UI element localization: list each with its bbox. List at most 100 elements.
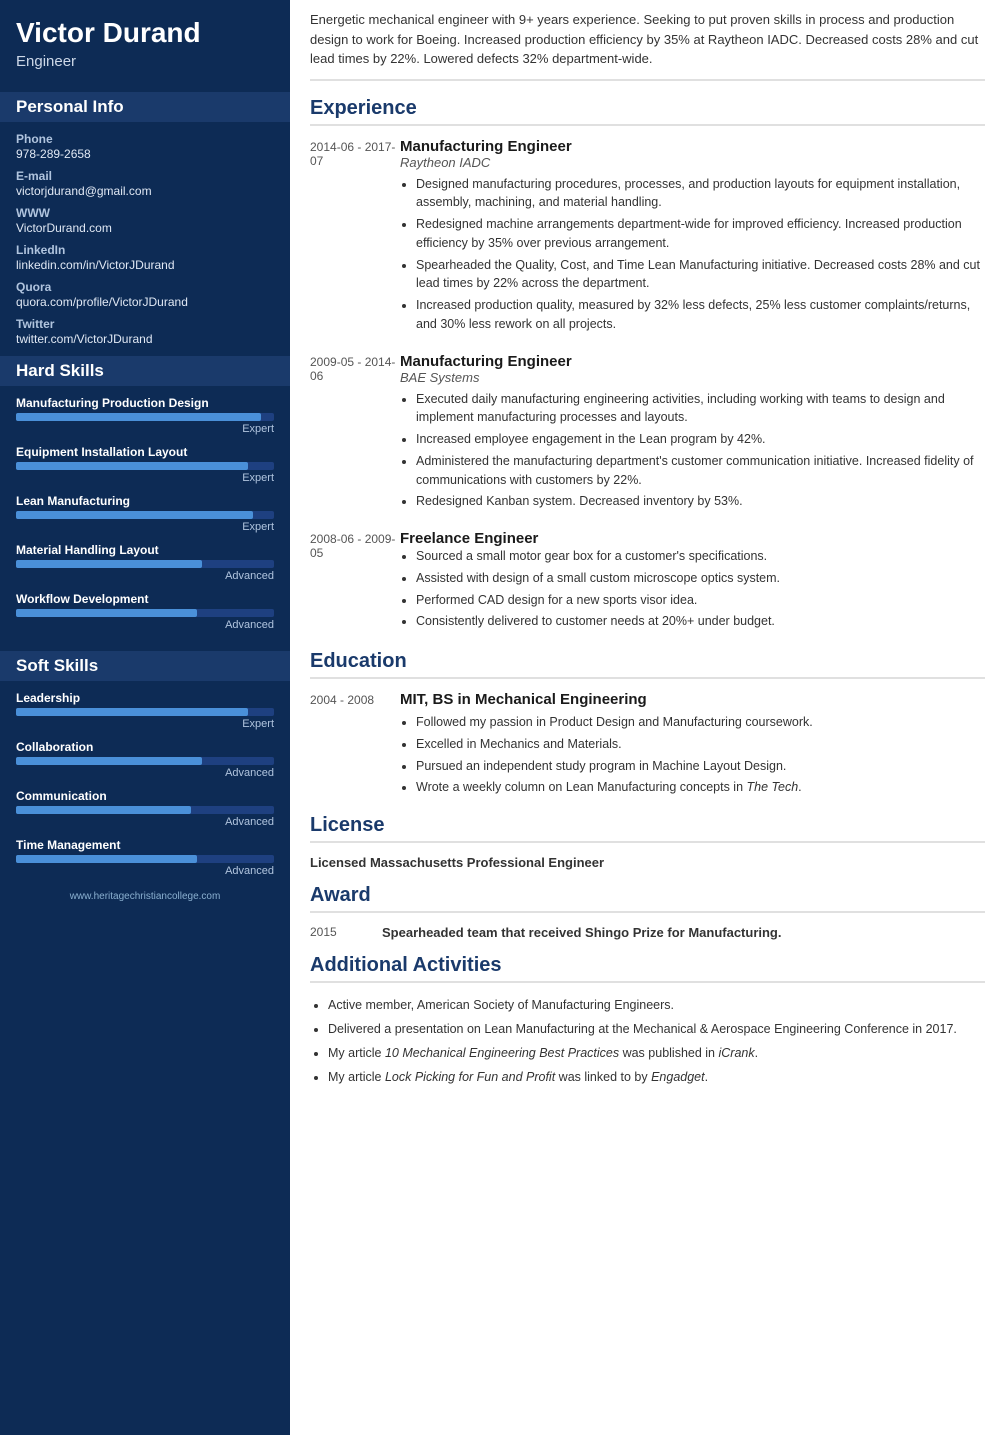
candidate-title: Engineer <box>16 53 274 70</box>
info-label: WWW <box>16 206 274 220</box>
bullet: Excelled in Mechanics and Materials. <box>416 735 985 754</box>
hard-skills-bars: Manufacturing Production Design Expert E… <box>16 396 274 631</box>
skill-item: Time Management Advanced <box>16 838 274 877</box>
info-value: linkedin.com/in/VictorJDurand <box>16 258 274 272</box>
skill-bar-fill <box>16 757 202 765</box>
skill-name: Lean Manufacturing <box>16 494 274 508</box>
award-text: Spearheaded team that received Shingo Pr… <box>382 925 781 940</box>
personal-info-title: Personal Info <box>0 92 290 122</box>
bullet: Designed manufacturing procedures, proce… <box>416 175 985 213</box>
skill-bar-bg <box>16 511 274 519</box>
skill-name: Time Management <box>16 838 274 852</box>
sidebar-header: Victor Durand Engineer <box>0 0 290 82</box>
skill-name: Manufacturing Production Design <box>16 396 274 410</box>
exp-dates: 2014-06 - 2017-07 <box>310 138 400 337</box>
skill-bar-fill <box>16 806 191 814</box>
info-value: VictorDurand.com <box>16 221 274 235</box>
info-label: Quora <box>16 280 274 294</box>
skill-level: Expert <box>16 472 274 484</box>
skill-bar-bg <box>16 413 274 421</box>
activities-list: Active member, American Society of Manuf… <box>310 995 985 1087</box>
award-blocks: 2015 Spearheaded team that received Shin… <box>310 925 985 940</box>
bullet: Followed my passion in Product Design an… <box>416 713 985 732</box>
skill-bar-fill <box>16 560 202 568</box>
edu-bullets: Followed my passion in Product Design an… <box>400 713 985 797</box>
experience-item: 2014-06 - 2017-07 Manufacturing Engineer… <box>310 138 985 337</box>
soft-skills-title: Soft Skills <box>0 651 290 681</box>
skill-name: Collaboration <box>16 740 274 754</box>
activities-title: Additional Activities <box>310 954 985 983</box>
bullet: Redesigned Kanban system. Decreased inve… <box>416 492 985 511</box>
skill-bar-fill <box>16 855 197 863</box>
soft-skills-section: Soft Skills Leadership Expert Collaborat… <box>0 641 290 877</box>
skill-bar-fill <box>16 462 248 470</box>
skill-bar-fill <box>16 609 197 617</box>
info-value: quora.com/profile/VictorJDurand <box>16 295 274 309</box>
personal-info-item: Phone978-289-2658 <box>16 132 274 161</box>
skill-level: Advanced <box>16 767 274 779</box>
bullet: Administered the manufacturing departmen… <box>416 452 985 490</box>
edu-dates: 2004 - 2008 <box>310 691 400 800</box>
education-blocks: 2004 - 2008 MIT, BS in Mechanical Engine… <box>310 691 985 800</box>
info-label: Phone <box>16 132 274 146</box>
activity-item: Active member, American Society of Manuf… <box>328 995 985 1015</box>
skill-bar-bg <box>16 609 274 617</box>
skill-item: Equipment Installation Layout Expert <box>16 445 274 484</box>
edu-degree: MIT, BS in Mechanical Engineering <box>400 691 985 708</box>
info-value: 978-289-2658 <box>16 147 274 161</box>
sidebar: Victor Durand Engineer Personal Info Pho… <box>0 0 290 1435</box>
exp-company: BAE Systems <box>400 370 985 385</box>
personal-info-fields: Phone978-289-2658 E-mailvictorjdurand@gma… <box>16 132 274 346</box>
skill-bar-fill <box>16 413 261 421</box>
bullet: Increased employee engagement in the Lea… <box>416 430 985 449</box>
skill-level: Expert <box>16 423 274 435</box>
activity-item: My article Lock Picking for Fun and Prof… <box>328 1067 985 1087</box>
exp-job-title: Manufacturing Engineer <box>400 138 985 155</box>
activity-item: My article 10 Mechanical Engineering Bes… <box>328 1043 985 1063</box>
skill-level: Expert <box>16 718 274 730</box>
personal-info-item: E-mailvictorjdurand@gmail.com <box>16 169 274 198</box>
info-value: twitter.com/VictorJDurand <box>16 332 274 346</box>
skill-level: Advanced <box>16 865 274 877</box>
bullet: Wrote a weekly column on Lean Manufactur… <box>416 778 985 797</box>
personal-info-section: Personal Info Phone978-289-2658 E-mailvic… <box>0 82 290 346</box>
skill-bar-bg <box>16 560 274 568</box>
skill-bar-bg <box>16 708 274 716</box>
experience-item: 2008-06 - 2009-05 Freelance Engineer Sou… <box>310 530 985 634</box>
skill-item: Communication Advanced <box>16 789 274 828</box>
info-value: victorjdurand@gmail.com <box>16 184 274 198</box>
bullet: Redesigned machine arrangements departme… <box>416 215 985 253</box>
skill-level: Advanced <box>16 816 274 828</box>
skill-bar-fill <box>16 511 253 519</box>
skill-item: Manufacturing Production Design Expert <box>16 396 274 435</box>
license-text: Licensed Massachusetts Professional Engi… <box>310 855 985 870</box>
exp-bullets: Sourced a small motor gear box for a cus… <box>400 547 985 631</box>
hard-skills-section: Hard Skills Manufacturing Production Des… <box>0 346 290 631</box>
skill-name: Leadership <box>16 691 274 705</box>
info-label: E-mail <box>16 169 274 183</box>
edu-content: MIT, BS in Mechanical Engineering Follow… <box>400 691 985 800</box>
education-title: Education <box>310 650 985 679</box>
exp-dates: 2009-05 - 2014-06 <box>310 353 400 515</box>
bullet: Sourced a small motor gear box for a cus… <box>416 547 985 566</box>
skill-item: Leadership Expert <box>16 691 274 730</box>
award-year: 2015 <box>310 925 370 940</box>
exp-dates: 2008-06 - 2009-05 <box>310 530 400 634</box>
exp-job-title: Freelance Engineer <box>400 530 985 547</box>
exp-job-title: Manufacturing Engineer <box>400 353 985 370</box>
skill-name: Equipment Installation Layout <box>16 445 274 459</box>
summary-text: Energetic mechanical engineer with 9+ ye… <box>310 10 985 81</box>
award-title: Award <box>310 884 985 913</box>
skill-bar-fill <box>16 708 248 716</box>
exp-content: Freelance Engineer Sourced a small motor… <box>400 530 985 634</box>
bullet: Increased production quality, measured b… <box>416 296 985 334</box>
personal-info-item: WWWVictorDurand.com <box>16 206 274 235</box>
skill-name: Workflow Development <box>16 592 274 606</box>
skill-level: Advanced <box>16 619 274 631</box>
bullet: Executed daily manufacturing engineering… <box>416 390 985 428</box>
experience-item: 2009-05 - 2014-06 Manufacturing Engineer… <box>310 353 985 515</box>
bullet: Pursued an independent study program in … <box>416 757 985 776</box>
skill-bar-bg <box>16 757 274 765</box>
info-label: Twitter <box>16 317 274 331</box>
skill-item: Collaboration Advanced <box>16 740 274 779</box>
